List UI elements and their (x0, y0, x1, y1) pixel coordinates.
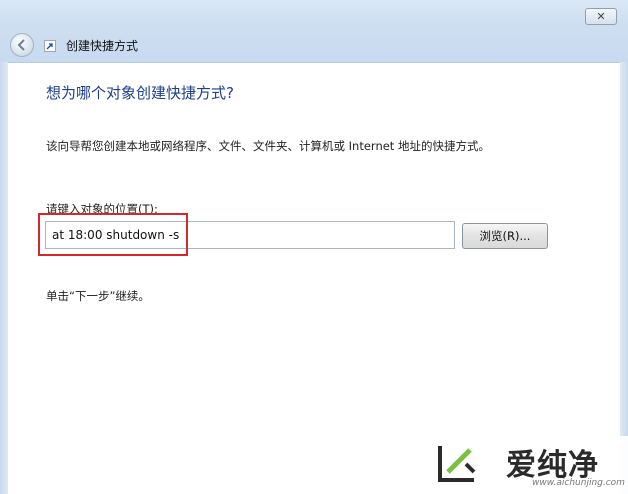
highlight-annotation (38, 213, 188, 256)
close-icon: ✕ (596, 10, 606, 23)
wizard-description: 该向导帮您创建本地或网络程序、文件、文件夹、计算机或 Internet 地址的快… (46, 139, 490, 153)
close-button[interactable]: ✕ (585, 8, 617, 25)
page-title: 想为哪个对象创建快捷方式? (46, 84, 234, 102)
watermark-logo-icon (438, 446, 476, 482)
watermark: 爱纯净 www.aichunjing.com (428, 436, 628, 494)
browse-button[interactable]: 浏览(R)... (462, 223, 548, 249)
window-title: 创建快捷方式 (66, 39, 139, 53)
window-right-border (620, 62, 628, 494)
window-header: ✕ 创建快捷方式 (0, 0, 628, 63)
watermark-url: www.aichunjing.com (532, 478, 625, 488)
back-arrow-icon (17, 39, 25, 51)
next-step-hint: 单击“下一步”继续。 (46, 289, 150, 303)
shortcut-icon (44, 40, 56, 52)
window-left-border (0, 62, 8, 494)
back-button[interactable] (10, 33, 34, 57)
